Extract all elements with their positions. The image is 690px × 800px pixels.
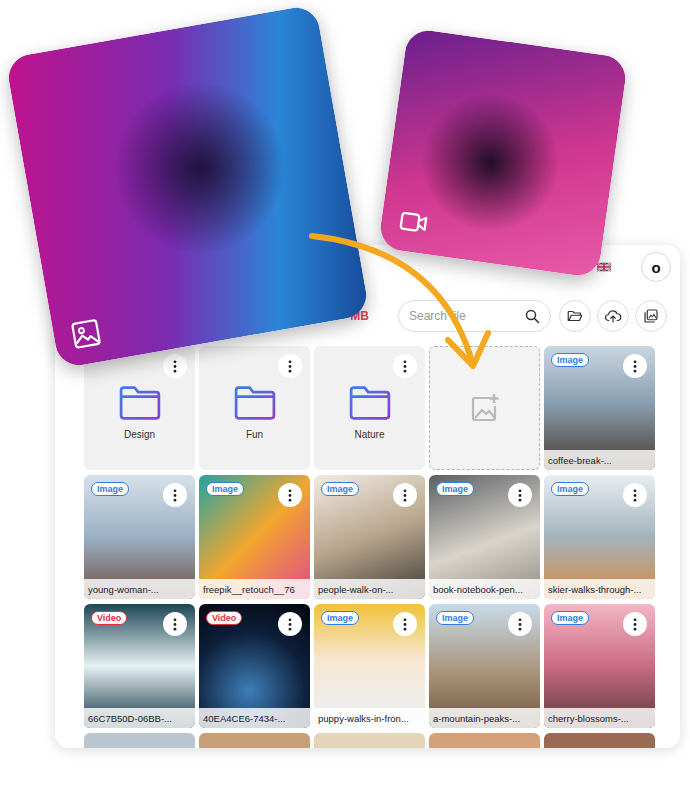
file-card[interactable]: Image book-notebook-pen... <box>429 475 540 599</box>
file-name: 40EA4CE6-7434-... <box>199 708 310 728</box>
more-button[interactable] <box>163 354 187 378</box>
file-type-badge: Video <box>91 611 127 625</box>
file-type-badge: Image <box>436 482 474 496</box>
more-button[interactable] <box>393 612 417 636</box>
file-type-badge: Image <box>321 482 359 496</box>
file-card[interactable]: Image a-mountain-peaks-... <box>429 604 540 728</box>
file-name: skier-walks-through-... <box>544 579 655 599</box>
more-button[interactable] <box>508 612 532 636</box>
folder-card[interactable]: Fun <box>199 346 310 470</box>
search-placeholder: Search file <box>409 309 466 323</box>
file-card[interactable]: Image cherry-blossoms-... <box>544 604 655 728</box>
dragged-media[interactable] <box>378 28 629 279</box>
magnifier-icon[interactable] <box>525 309 540 324</box>
file-grid: DesignFunNatureImagecoffee-break-...Imag… <box>84 346 655 748</box>
file-name: coffee-break-... <box>544 450 655 470</box>
kebab-icon <box>288 489 292 502</box>
drop-zone[interactable] <box>429 346 540 470</box>
file-type-badge: Image <box>436 611 474 625</box>
file-card[interactable]: Image freepik__retouch__76 <box>199 475 310 599</box>
file-type-badge: Video <box>206 611 242 625</box>
file-card[interactable] <box>429 733 540 748</box>
user-avatar[interactable]: o <box>641 252 671 282</box>
file-name: people-walk-on-... <box>314 579 425 599</box>
image-icon <box>70 318 102 350</box>
gallery-button[interactable] <box>635 300 667 332</box>
folder-icon <box>233 385 277 421</box>
folder-name: Fun <box>246 429 263 440</box>
file-card[interactable] <box>314 733 425 748</box>
folder-icon <box>118 385 162 421</box>
more-button[interactable] <box>393 483 417 507</box>
file-card[interactable]: Video 66C7B50D-06BB-... <box>84 604 195 728</box>
file-card[interactable] <box>544 733 655 748</box>
folder-name: Nature <box>354 429 384 440</box>
kebab-icon <box>288 360 292 373</box>
file-card[interactable] <box>84 733 195 748</box>
file-card[interactable]: Image skier-walks-through-... <box>544 475 655 599</box>
kebab-icon <box>403 360 407 373</box>
file-type-badge: Image <box>321 611 359 625</box>
more-button[interactable] <box>623 612 647 636</box>
file-name: a-mountain-peaks-... <box>429 708 540 728</box>
upload-button[interactable] <box>597 300 629 332</box>
search-field[interactable]: Search file <box>398 300 551 332</box>
kebab-icon <box>403 618 407 631</box>
file-type-badge: Image <box>551 611 589 625</box>
file-type-badge: Image <box>551 482 589 496</box>
kebab-icon <box>633 618 637 631</box>
cloud-upload-icon <box>604 307 622 325</box>
kebab-icon <box>403 489 407 502</box>
file-card[interactable]: Image people-walk-on-... <box>314 475 425 599</box>
more-button[interactable] <box>278 354 302 378</box>
file-card[interactable]: Video 40EA4CE6-7434-... <box>199 604 310 728</box>
file-name: young-woman-... <box>84 579 195 599</box>
kebab-icon <box>633 360 637 373</box>
dragged-media[interactable] <box>5 4 370 369</box>
kebab-icon <box>518 618 522 631</box>
page: oMBSearch fileDesignFunNatureImagecoffee… <box>0 0 690 800</box>
kebab-icon <box>288 618 292 631</box>
folder-name: Design <box>124 429 155 440</box>
file-type-badge: Image <box>206 482 244 496</box>
kebab-icon <box>173 489 177 502</box>
kebab-icon <box>518 489 522 502</box>
folder-card[interactable]: Design <box>84 346 195 470</box>
uk-flag-icon[interactable] <box>597 262 611 272</box>
file-card[interactable] <box>199 733 310 748</box>
more-button[interactable] <box>278 483 302 507</box>
file-card[interactable]: Image young-woman-... <box>84 475 195 599</box>
folder-open-icon <box>566 307 584 325</box>
file-name: freepik__retouch__76 <box>199 579 310 599</box>
file-name: cherry-blossoms-... <box>544 708 655 728</box>
file-name: 66C7B50D-06BB-... <box>84 708 195 728</box>
more-button[interactable] <box>393 354 417 378</box>
file-card[interactable]: Image puppy-walks-in-fron... <box>314 604 425 728</box>
gallery-icon <box>642 307 660 325</box>
video-camera-icon <box>398 206 430 238</box>
open-folder-button[interactable] <box>559 300 591 332</box>
kebab-icon <box>633 489 637 502</box>
more-button[interactable] <box>623 354 647 378</box>
file-name: book-notebook-pen... <box>429 579 540 599</box>
more-button[interactable] <box>278 612 302 636</box>
file-type-badge: Image <box>91 482 129 496</box>
add-image-icon <box>469 392 501 424</box>
kebab-icon <box>173 618 177 631</box>
file-type-badge: Image <box>551 353 589 367</box>
more-button[interactable] <box>623 483 647 507</box>
drag-arrow-icon <box>0 0 690 800</box>
folder-card[interactable]: Nature <box>314 346 425 470</box>
folder-icon <box>348 385 392 421</box>
more-button[interactable] <box>163 612 187 636</box>
file-card[interactable]: Image coffee-break-... <box>544 346 655 470</box>
more-button[interactable] <box>163 483 187 507</box>
file-name: puppy-walks-in-fron... <box>314 708 425 728</box>
kebab-icon <box>173 360 177 373</box>
more-button[interactable] <box>508 483 532 507</box>
